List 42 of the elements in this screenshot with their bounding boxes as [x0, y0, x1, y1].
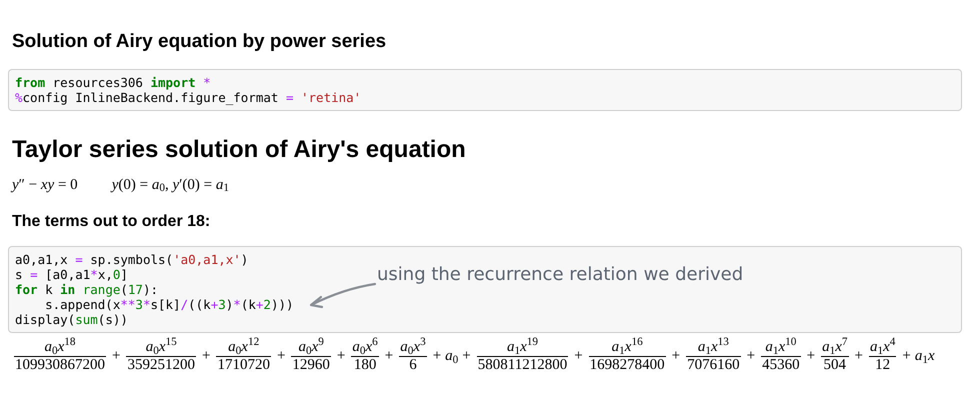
code-line: a0,a1,x = sp.symbols('a0,a1,x'): [15, 252, 248, 267]
section-heading: Solution of Airy equation by power series: [12, 30, 386, 54]
code-cell[interactable]: a0,a1,x = sp.symbols('a0,a1,x') s = [a0,a1*x,0] for k in range(17): s.append(x**3*s[k]/((k+3)*(k+2))) display(sum(s)) using the recurrence relation we derived: [8, 246, 962, 333]
equation: y(0) = a$_{0}$, y′(0) = a$_{1}$: [112, 176, 229, 196]
plus-sign: +: [336, 348, 346, 365]
code-line: for k in range(17):: [15, 282, 158, 297]
fraction: a$_{0}$x$^{15}$ 359251200: [125, 339, 197, 374]
annotation-text: using the recurrence relation we derived: [377, 267, 744, 282]
fraction: a$_{0}$x$^{6}$ 180: [350, 339, 380, 374]
plus-sign: +: [276, 348, 286, 365]
fraction: a$_{0}$x$^{3}$ 6: [398, 339, 428, 374]
code-line: s = [a0,a1*x,0]: [15, 267, 128, 282]
code-line: s.append(x**3*s[k]/((k+3)*(k+2))): [44, 297, 294, 312]
code-line: from resources306 import *: [15, 74, 211, 90]
math-term: a$_{0}$: [445, 348, 458, 365]
fraction: a$_{0}$x$^{9}$ 12960: [290, 339, 332, 374]
fraction: a$_{1}$x$^{16}$ 1698278400: [588, 339, 667, 374]
fraction: a$_{0}$x$^{12}$ 1710720: [215, 339, 272, 374]
code-line: display(sum(s)): [15, 312, 128, 327]
fraction: a$_{1}$x$^{7}$ 504: [820, 339, 850, 374]
plus-sign: +: [672, 348, 680, 365]
plus-sign: +: [854, 348, 863, 365]
fraction: a$_{1}$x$^{13}$ 7076160: [685, 339, 742, 374]
plus-sign: +: [462, 348, 471, 365]
code-line: %config InlineBackend.figure_format = 'retina': [15, 90, 362, 104]
plus-sign: +: [902, 348, 911, 365]
code-cell[interactable]: from resources306 import * %config InlineBackend.figure_format = 'retina': [8, 68, 962, 110]
plus-sign: +: [746, 348, 756, 365]
fraction: a$_{0}$x$^{18}$ 109930867200: [13, 339, 107, 374]
fraction: a$_{1}$x$^{10}$ 45360: [760, 339, 802, 374]
plus-sign: +: [432, 348, 442, 365]
plus-sign: +: [806, 348, 816, 365]
math-term: a$_{1}$x: [914, 348, 935, 365]
fraction: a$_{1}$x$^{19}$ 580811212800: [476, 339, 570, 374]
plus-sign: +: [574, 348, 583, 365]
plus-sign: +: [112, 348, 120, 365]
fraction: a$_{1}$x$^{4}$ 12: [868, 339, 898, 374]
section-heading: The terms out to order 18:: [12, 212, 210, 232]
plus-sign: +: [384, 348, 394, 365]
section-heading: Taylor series solution of Airy's equation: [12, 134, 466, 164]
equation: y″ − xy = 0: [12, 176, 78, 194]
plus-sign: +: [202, 348, 210, 365]
